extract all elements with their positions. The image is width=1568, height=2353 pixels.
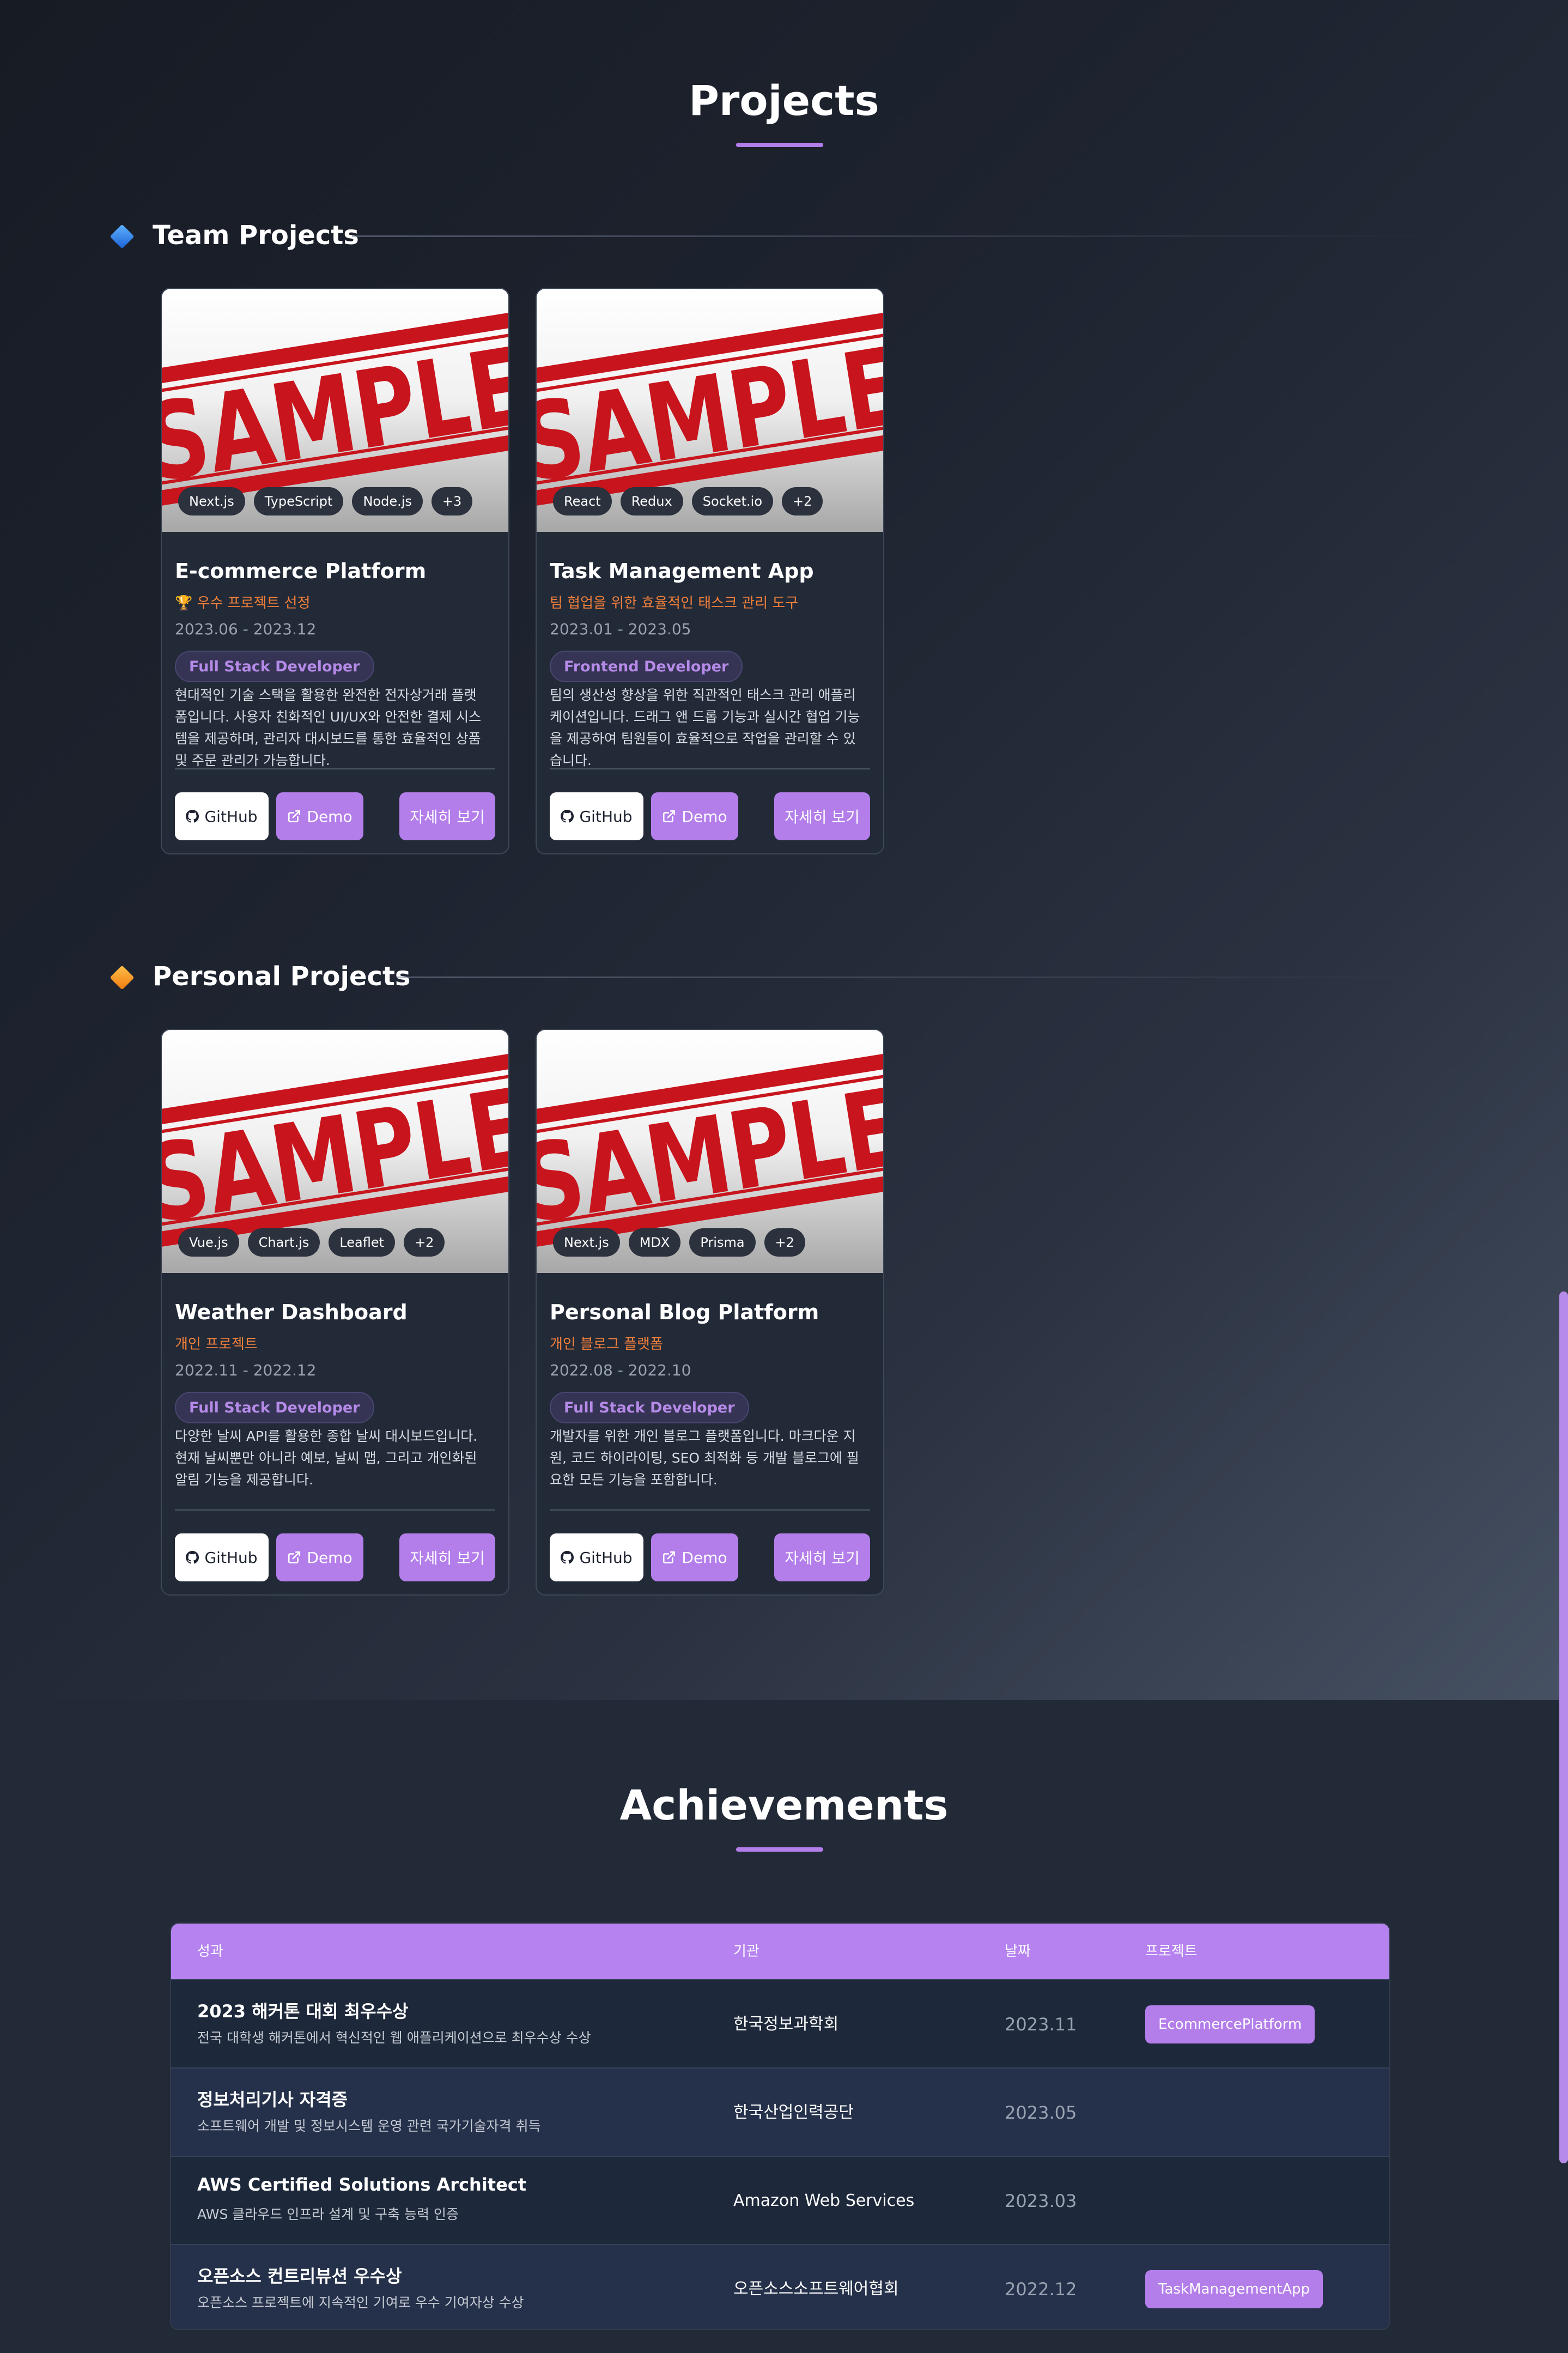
achievement-title: 2023 해커톤 대회 최우수상 (197, 2001, 409, 2022)
achievement-description: 오픈소스 프로젝트에 지속적인 기여로 우수 기여자상 수상 (197, 2295, 524, 2310)
project-link-chip[interactable]: EcommercePlatform (1145, 2005, 1315, 2043)
achievement-organization: 한국정보과학회 (733, 2015, 839, 2034)
demo-button[interactable]: Demo (276, 792, 363, 840)
achievement-description: 소프트웨어 개발 및 정보시스템 운영 관련 국가기술자격 취득 (197, 2118, 541, 2134)
card-divider (550, 1509, 870, 1511)
demo-button[interactable]: Demo (651, 1533, 738, 1581)
demo-label: Demo (307, 1548, 353, 1567)
external-link-icon (288, 1551, 301, 1564)
external-link-icon (663, 810, 676, 823)
column-header-date: 날짜 (1005, 1943, 1031, 1960)
github-button[interactable]: GitHub (175, 1533, 269, 1581)
card-divider (175, 768, 495, 769)
project-card[interactable]: SAMPLE Next.js MDX Prisma +2 Personal Bl… (536, 1029, 884, 1596)
achievement-date: 2023.05 (1005, 2102, 1077, 2123)
team-projects-header: Team Projects (109, 219, 1442, 252)
projects-title-underline (736, 143, 823, 147)
demo-button[interactable]: Demo (276, 1533, 363, 1581)
github-icon (561, 1551, 574, 1564)
table-row: 2023 해커톤 대회 최우수상 전국 대학생 해커톤에서 혁신적인 웹 애플리… (171, 1979, 1389, 2067)
table-row: 정보처리기사 자격증 소프트웨어 개발 및 정보시스템 운영 관련 국가기술자격… (171, 2067, 1389, 2156)
achievement-organization: Amazon Web Services (733, 2191, 915, 2210)
demo-label: Demo (682, 1548, 727, 1567)
demo-label: Demo (682, 807, 727, 826)
personal-projects-title: Personal Projects (153, 961, 411, 992)
projects-title: Projects (689, 76, 879, 125)
achievement-title: 정보처리기사 자격증 (197, 2089, 348, 2110)
github-icon (561, 810, 574, 823)
achievement-date: 2022.12 (1005, 2279, 1077, 2300)
blue-diamond-icon (110, 224, 135, 249)
project-card[interactable]: SAMPLE React Redux Socket.io +2 Task Man… (536, 288, 884, 854)
github-label: GitHub (204, 807, 258, 826)
github-button[interactable]: GitHub (550, 1533, 643, 1581)
scrollbar-thumb[interactable] (1559, 1291, 1568, 2163)
achievement-organization: 한국산업인력공단 (733, 2103, 854, 2122)
team-projects-title: Team Projects (153, 220, 359, 251)
achievements-table: 성과 기관 날짜 프로젝트 2023 해커톤 대회 최우수상 전국 대학생 해커… (170, 1923, 1390, 2330)
external-link-icon (288, 810, 301, 823)
card-divider (550, 768, 870, 769)
achievement-title: 오픈소스 컨트리뷰션 우수상 (197, 2266, 402, 2287)
project-card[interactable]: SAMPLE Next.js TypeScript Node.js +3 E-c… (161, 288, 509, 854)
team-projects-divider (352, 235, 1442, 237)
view-details-button[interactable]: 자세히 보기 (399, 1533, 495, 1581)
orange-diamond-icon (110, 965, 135, 990)
table-row: 오픈소스 컨트리뷰션 우수상 오픈소스 프로젝트에 지속적인 기여로 우수 기여… (171, 2244, 1389, 2329)
column-header-achievement: 성과 (197, 1943, 223, 1960)
achievement-title: AWS Certified Solutions Architect (197, 2174, 527, 2195)
personal-projects-header: Personal Projects (109, 960, 1432, 993)
github-label: GitHub (204, 1548, 258, 1567)
github-label: GitHub (579, 807, 633, 826)
github-button[interactable]: GitHub (550, 792, 643, 840)
view-details-button[interactable]: 자세히 보기 (399, 792, 495, 840)
github-icon (186, 810, 199, 823)
github-icon (186, 1551, 199, 1564)
column-header-project: 프로젝트 (1145, 1943, 1198, 1960)
github-label: GitHub (579, 1548, 633, 1567)
card-divider (175, 1509, 495, 1511)
achievement-description: AWS 클라우드 인프라 설계 및 구축 능력 인증 (197, 2206, 459, 2222)
github-button[interactable]: GitHub (175, 792, 269, 840)
view-details-button[interactable]: 자세히 보기 (774, 792, 870, 840)
achievements-title-underline (736, 1847, 823, 1852)
table-row: AWS Certified Solutions Architect AWS 클라… (171, 2156, 1389, 2244)
demo-label: Demo (307, 807, 353, 826)
achievement-description: 전국 대학생 해커톤에서 혁신적인 웹 애플리케이션으로 최우수상 수상 (197, 2030, 591, 2046)
demo-button[interactable]: Demo (651, 792, 738, 840)
project-card[interactable]: SAMPLE Vue.js Chart.js Leaflet +2 Weathe… (161, 1029, 509, 1596)
external-link-icon (663, 1551, 676, 1564)
achievements-title: Achievements (619, 1781, 949, 1829)
achievement-organization: 오픈소스소프트웨어협회 (733, 2279, 899, 2299)
column-header-organization: 기관 (733, 1943, 759, 1960)
table-header: 성과 기관 날짜 프로젝트 (171, 1924, 1389, 1979)
view-details-button[interactable]: 자세히 보기 (774, 1533, 870, 1581)
personal-projects-divider (397, 977, 1432, 978)
achievement-date: 2023.11 (1005, 2014, 1077, 2035)
achievement-date: 2023.03 (1005, 2191, 1077, 2211)
project-link-chip[interactable]: TaskManagementApp (1145, 2270, 1323, 2308)
